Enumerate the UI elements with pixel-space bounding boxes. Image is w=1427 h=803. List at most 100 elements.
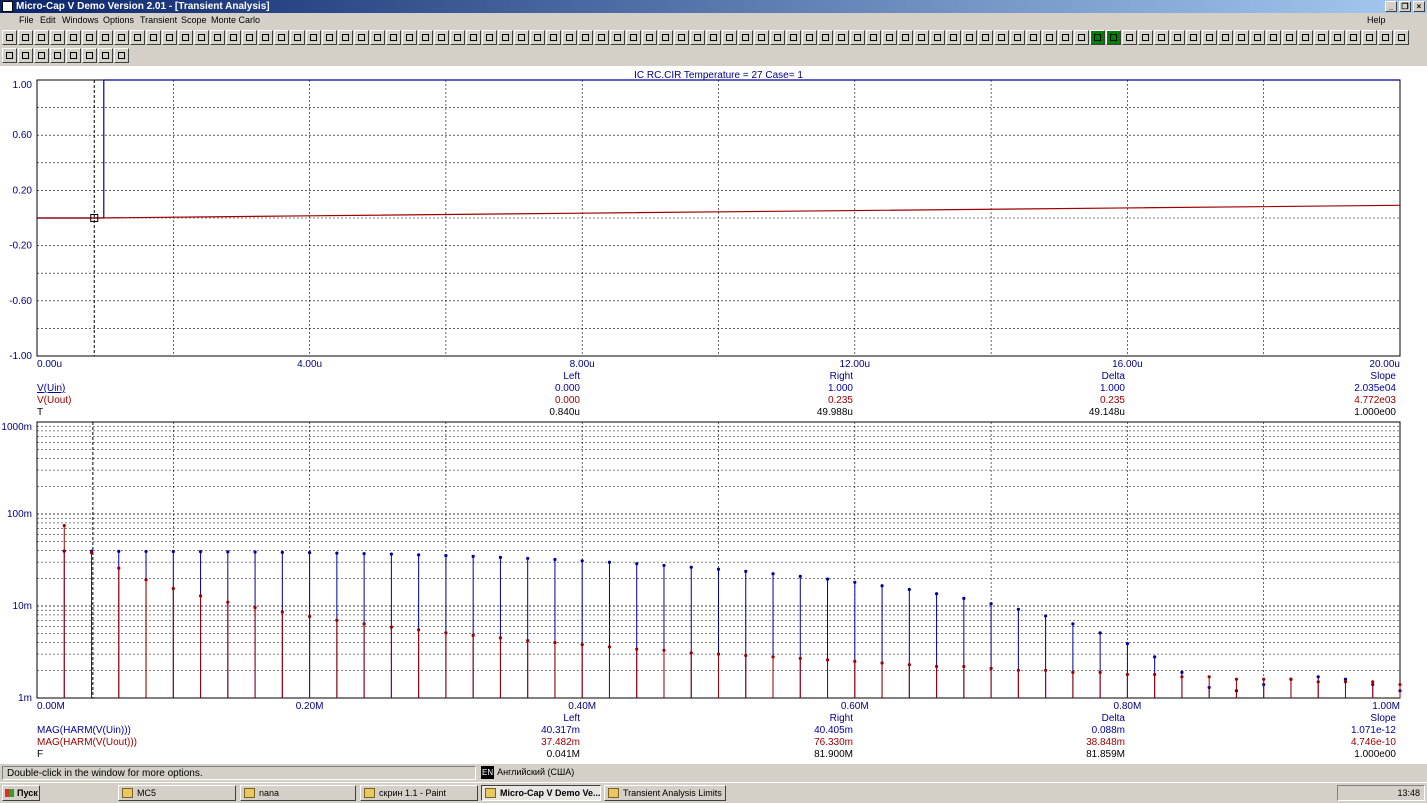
toolbar-button-84[interactable]: [1330, 30, 1345, 45]
toolbar-button-8[interactable]: [114, 48, 129, 63]
toolbar-button-3[interactable]: [34, 30, 49, 45]
toolbar-button-75[interactable]: [1186, 30, 1201, 45]
toolbar-button-53[interactable]: [834, 30, 849, 45]
toolbar-button-6[interactable]: [82, 30, 97, 45]
toolbar-button-4[interactable]: [50, 48, 65, 63]
toolbar-button-39[interactable]: [610, 30, 625, 45]
toolbar-button-2[interactable]: [18, 30, 33, 45]
toolbar-button-60[interactable]: [946, 30, 961, 45]
toolbar-button-6[interactable]: [82, 48, 97, 63]
toolbar-button-24[interactable]: [370, 30, 385, 45]
toolbar-button-12[interactable]: [178, 30, 193, 45]
language-indicator[interactable]: EN Английский (США): [481, 766, 574, 780]
minimize-icon[interactable]: _: [1385, 1, 1397, 12]
toolbar-button-7[interactable]: [98, 48, 113, 63]
toolbar-button-67[interactable]: [1058, 30, 1073, 45]
toolbar-button-26[interactable]: [402, 30, 417, 45]
toolbar-button-65[interactable]: [1026, 30, 1041, 45]
toolbar-button-17[interactable]: [258, 30, 273, 45]
toolbar-button-79[interactable]: [1250, 30, 1265, 45]
toolbar-button-86[interactable]: [1362, 30, 1377, 45]
toolbar-button-51[interactable]: [802, 30, 817, 45]
menu-help[interactable]: Help: [1367, 14, 1386, 27]
toolbar-button-41[interactable]: [642, 30, 657, 45]
toolbar-button-37[interactable]: [578, 30, 593, 45]
toolbar-button-55[interactable]: [866, 30, 881, 45]
toolbar-button-56[interactable]: [882, 30, 897, 45]
toolbar-button-38[interactable]: [594, 30, 609, 45]
plot-area[interactable]: IC RC.CIR Temperature = 27 Case= 1 1.00 0.…: [0, 66, 1427, 764]
taskbar-item[interactable]: MC5: [118, 785, 236, 801]
toolbar-button-22[interactable]: [338, 30, 353, 45]
toolbar-button-21[interactable]: [322, 30, 337, 45]
toolbar-button-16[interactable]: [242, 30, 257, 45]
menu-file[interactable]: File: [19, 14, 34, 27]
toolbar-button-29[interactable]: [450, 30, 465, 45]
toolbar-button-81[interactable]: [1282, 30, 1297, 45]
toolbar-button-64[interactable]: [1010, 30, 1025, 45]
toolbar-button-20[interactable]: [306, 30, 321, 45]
toolbar-button-63[interactable]: [994, 30, 1009, 45]
toolbar-button-83[interactable]: [1314, 30, 1329, 45]
toolbar-button-23[interactable]: [354, 30, 369, 45]
menu-options[interactable]: Options: [103, 14, 134, 27]
toolbar-button-13[interactable]: [194, 30, 209, 45]
toolbar-button-33[interactable]: [514, 30, 529, 45]
toolbar-button-27[interactable]: [418, 30, 433, 45]
toolbar-button-18[interactable]: [274, 30, 289, 45]
toolbar-button-40[interactable]: [626, 30, 641, 45]
toolbar-button-10[interactable]: [146, 30, 161, 45]
taskbar-item[interactable]: Transient Analysis Limits: [604, 785, 726, 801]
toolbar-button-4[interactable]: [50, 30, 65, 45]
toolbar-button-19[interactable]: [290, 30, 305, 45]
toolbar-button-48[interactable]: [754, 30, 769, 45]
toolbar-button-61[interactable]: [962, 30, 977, 45]
toolbar-button-85[interactable]: [1346, 30, 1361, 45]
toolbar-button-80[interactable]: [1266, 30, 1281, 45]
toolbar-button-82[interactable]: [1298, 30, 1313, 45]
toolbar-button-77[interactable]: [1218, 30, 1233, 45]
taskbar-item[interactable]: Micro-Cap V Demo Ve...: [481, 785, 601, 801]
menu-transient[interactable]: Transient: [140, 14, 177, 27]
toolbar-button-69[interactable]: [1090, 30, 1105, 45]
toolbar-button-11[interactable]: [162, 30, 177, 45]
app-icon[interactable]: [2, 1, 13, 12]
toolbar-button-8[interactable]: [114, 30, 129, 45]
toolbar-button-62[interactable]: [978, 30, 993, 45]
toolbar-button-47[interactable]: [738, 30, 753, 45]
toolbar-button-54[interactable]: [850, 30, 865, 45]
toolbar-button-14[interactable]: [210, 30, 225, 45]
menu-windows[interactable]: Windows: [62, 14, 99, 27]
close-icon[interactable]: ×: [1413, 1, 1425, 12]
toolbar-button-59[interactable]: [930, 30, 945, 45]
toolbar-button-15[interactable]: [226, 30, 241, 45]
toolbar-button-31[interactable]: [482, 30, 497, 45]
toolbar-button-58[interactable]: [914, 30, 929, 45]
toolbar-button-78[interactable]: [1234, 30, 1249, 45]
toolbar-button-36[interactable]: [562, 30, 577, 45]
toolbar-button-88[interactable]: [1394, 30, 1409, 45]
toolbar-button-42[interactable]: [658, 30, 673, 45]
toolbar-button-35[interactable]: [546, 30, 561, 45]
toolbar-button-72[interactable]: [1138, 30, 1153, 45]
toolbar-button-28[interactable]: [434, 30, 449, 45]
toolbar-button-87[interactable]: [1378, 30, 1393, 45]
toolbar-button-1[interactable]: [2, 48, 17, 63]
toolbar-button-1[interactable]: [2, 30, 17, 45]
toolbar-button-2[interactable]: [18, 48, 33, 63]
toolbar-button-5[interactable]: [66, 48, 81, 63]
toolbar-button-43[interactable]: [674, 30, 689, 45]
restore-icon[interactable]: ❐: [1399, 1, 1411, 12]
toolbar-button-45[interactable]: [706, 30, 721, 45]
toolbar-button-32[interactable]: [498, 30, 513, 45]
menu-scope[interactable]: Scope: [181, 14, 207, 27]
toolbar-button-70[interactable]: [1106, 30, 1121, 45]
analysis-window[interactable]: IC RC.CIR Temperature = 27 Case= 1 1.00 0.…: [0, 66, 1427, 764]
toolbar-button-30[interactable]: [466, 30, 481, 45]
toolbar-button-68[interactable]: [1074, 30, 1089, 45]
toolbar-button-46[interactable]: [722, 30, 737, 45]
toolbar-button-7[interactable]: [98, 30, 113, 45]
toolbar-button-5[interactable]: [66, 30, 81, 45]
toolbar-button-44[interactable]: [690, 30, 705, 45]
toolbar-button-50[interactable]: [786, 30, 801, 45]
